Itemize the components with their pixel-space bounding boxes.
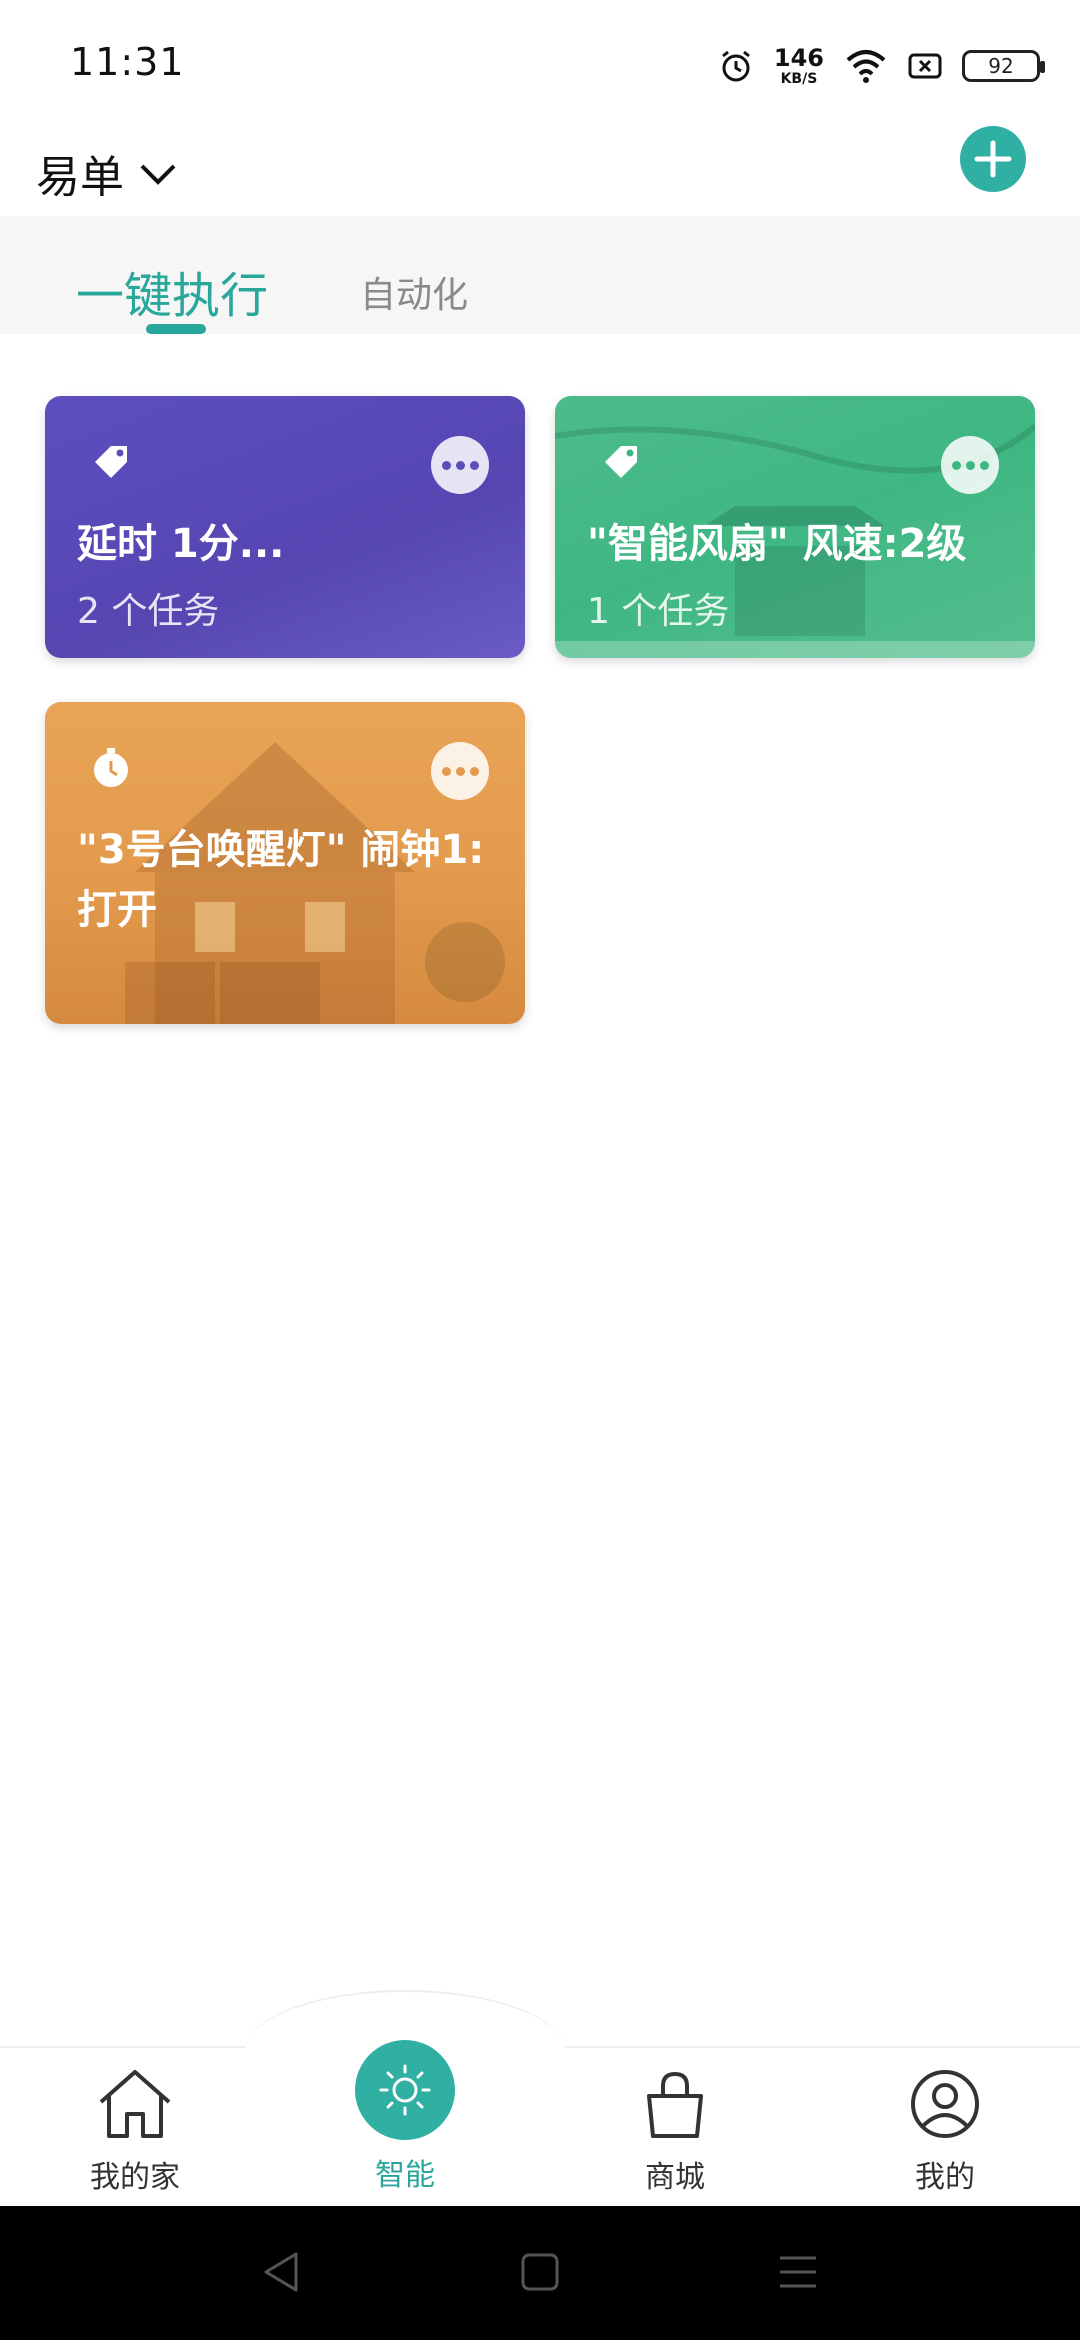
more-dot (951, 460, 961, 470)
home-icon (99, 2070, 171, 2138)
nav-active-circle (355, 2040, 455, 2140)
status-icons: 146 KB/S 92 (718, 44, 1045, 88)
scene-card-delay[interactable]: 延时 1分... 2 个任务 (45, 396, 525, 658)
scene-name: 延时 1分... (77, 521, 285, 567)
tab-indicator (146, 324, 206, 334)
user-icon (911, 2070, 979, 2138)
battery-level: 92 (988, 54, 1014, 78)
sim-off-icon (908, 53, 942, 79)
scene-name: "智能风扇" 风速:2级 (587, 521, 967, 567)
tag-icon (95, 446, 127, 478)
nav-label: 智能 (375, 2158, 435, 2193)
menu-icon[interactable] (778, 2254, 818, 2290)
tag-icon (605, 446, 637, 478)
clock-icon (94, 748, 128, 787)
add-button[interactable] (960, 126, 1026, 192)
shopping-bag-icon (647, 2071, 703, 2138)
nav-item-home[interactable]: 我的家 (35, 2066, 235, 2196)
nav-label: 我的 (915, 2160, 975, 2195)
tab-one-click[interactable]: 一键执行 (76, 256, 268, 326)
nav-item-store[interactable]: 商城 (575, 2066, 775, 2196)
scene-card-wake-light[interactable]: "3号台唤醒灯" 闹钟1: 打开 (45, 702, 525, 1024)
scene-name: "3号台唤醒灯" 闹钟1: 打开 (77, 827, 485, 933)
home-selector[interactable]: 易单 (36, 130, 178, 216)
nav-label: 我的家 (90, 2160, 180, 2195)
system-nav-bar (0, 2206, 1080, 2340)
status-time: 11:31 (70, 40, 185, 84)
chevron-down-icon (140, 164, 176, 185)
header: 易单 (0, 130, 1080, 216)
more-dot (979, 460, 989, 470)
nav-item-smart[interactable]: 智能 (305, 2040, 505, 2194)
battery-indicator: 92 (962, 50, 1045, 82)
back-icon[interactable] (258, 2248, 302, 2296)
speed-unit: KB/S (780, 71, 818, 87)
more-button[interactable] (431, 742, 489, 800)
status-bar: 11:31 146 KB/S 92 (0, 0, 1080, 130)
wifi-icon (846, 50, 886, 83)
more-dot (965, 460, 975, 470)
more-button[interactable] (941, 436, 999, 494)
more-dot (441, 766, 451, 776)
home-square-icon[interactable] (520, 2252, 560, 2292)
more-dot (455, 766, 465, 776)
task-count: 2 个任务 (77, 591, 220, 632)
more-button[interactable] (431, 436, 489, 494)
tab-automation[interactable]: 自动化 (360, 266, 468, 318)
tabs-bar: 一键执行 自动化 (0, 216, 1080, 334)
speed-value: 146 (773, 44, 824, 72)
network-speed: 146 KB/S (774, 46, 824, 86)
plus-icon (974, 140, 1012, 178)
nav-item-profile[interactable]: 我的 (845, 2066, 1045, 2196)
more-dot (469, 766, 479, 776)
home-name: 易单 (36, 152, 124, 203)
task-count: 1 个任务 (587, 591, 730, 632)
scene-card-fan[interactable]: "智能风扇" 风速:2级 1 个任务 (555, 396, 1035, 658)
more-dot (441, 460, 451, 470)
more-dot (455, 460, 465, 470)
alarm-icon (721, 50, 750, 82)
sun-icon (379, 2064, 431, 2116)
more-dot (469, 460, 479, 470)
nav-label: 商城 (645, 2160, 705, 2195)
